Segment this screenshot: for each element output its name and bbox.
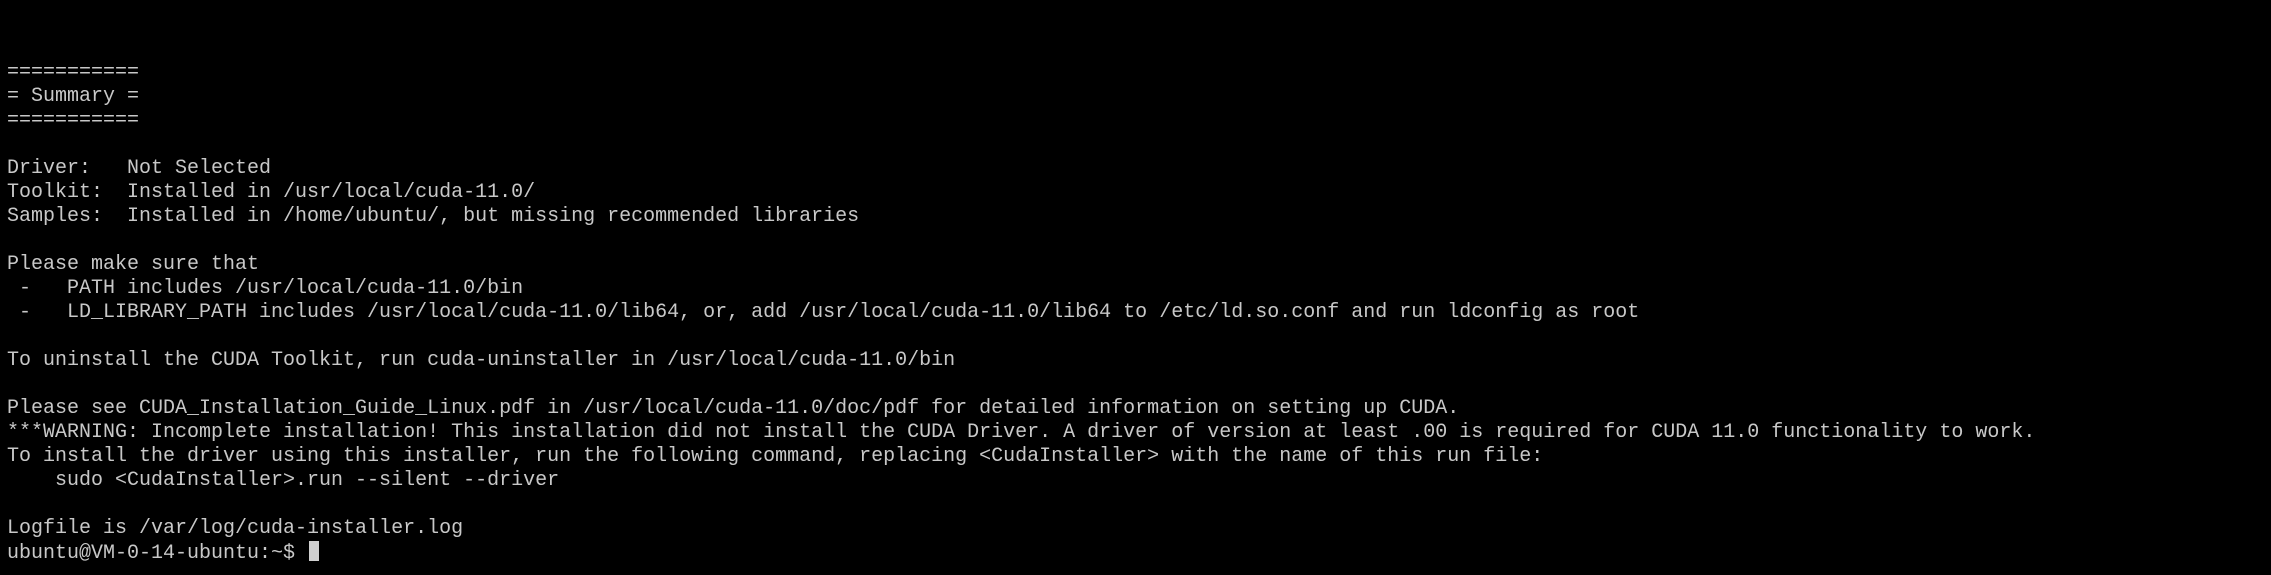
terminal-cursor[interactable] [309, 541, 320, 561]
ld-library-path-instruction-line: - LD_LIBRARY_PATH includes /usr/local/cu… [7, 301, 1640, 324]
samples-status-line: Samples: Installed in /home/ubuntu/, but… [7, 205, 860, 228]
driver-install-info-line: To install the driver using this install… [7, 445, 1544, 468]
driver-status-line: Driver: Not Selected [7, 157, 272, 180]
driver-install-command-line: sudo <CudaInstaller>.run --silent --driv… [7, 469, 560, 492]
command-prompt-line[interactable]: ubuntu@VM-0-14-ubuntu:~$ [7, 541, 2035, 565]
summary-rule-bottom: =========== [7, 109, 140, 132]
installation-guide-line: Please see CUDA_Installation_Guide_Linux… [7, 397, 1460, 420]
uninstall-info-line: To uninstall the CUDA Toolkit, run cuda-… [7, 349, 956, 372]
path-instruction-line: - PATH includes /usr/local/cuda-11.0/bin [7, 277, 524, 300]
warning-line: ***WARNING: Incomplete installation! Thi… [7, 421, 2036, 444]
summary-rule-top: =========== [7, 61, 140, 84]
shell-prompt: ubuntu@VM-0-14-ubuntu:~$ [7, 542, 308, 565]
logfile-line: Logfile is /var/log/cuda-installer.log [7, 517, 464, 540]
toolkit-status-line: Toolkit: Installed in /usr/local/cuda-11… [7, 181, 536, 204]
summary-heading: = Summary = [7, 85, 140, 108]
instructions-intro-line: Please make sure that [7, 253, 260, 276]
terminal-output: =========== = Summary = =========== Driv… [7, 61, 2035, 565]
terminal-window[interactable]: =========== = Summary = =========== Driv… [0, 0, 2271, 575]
